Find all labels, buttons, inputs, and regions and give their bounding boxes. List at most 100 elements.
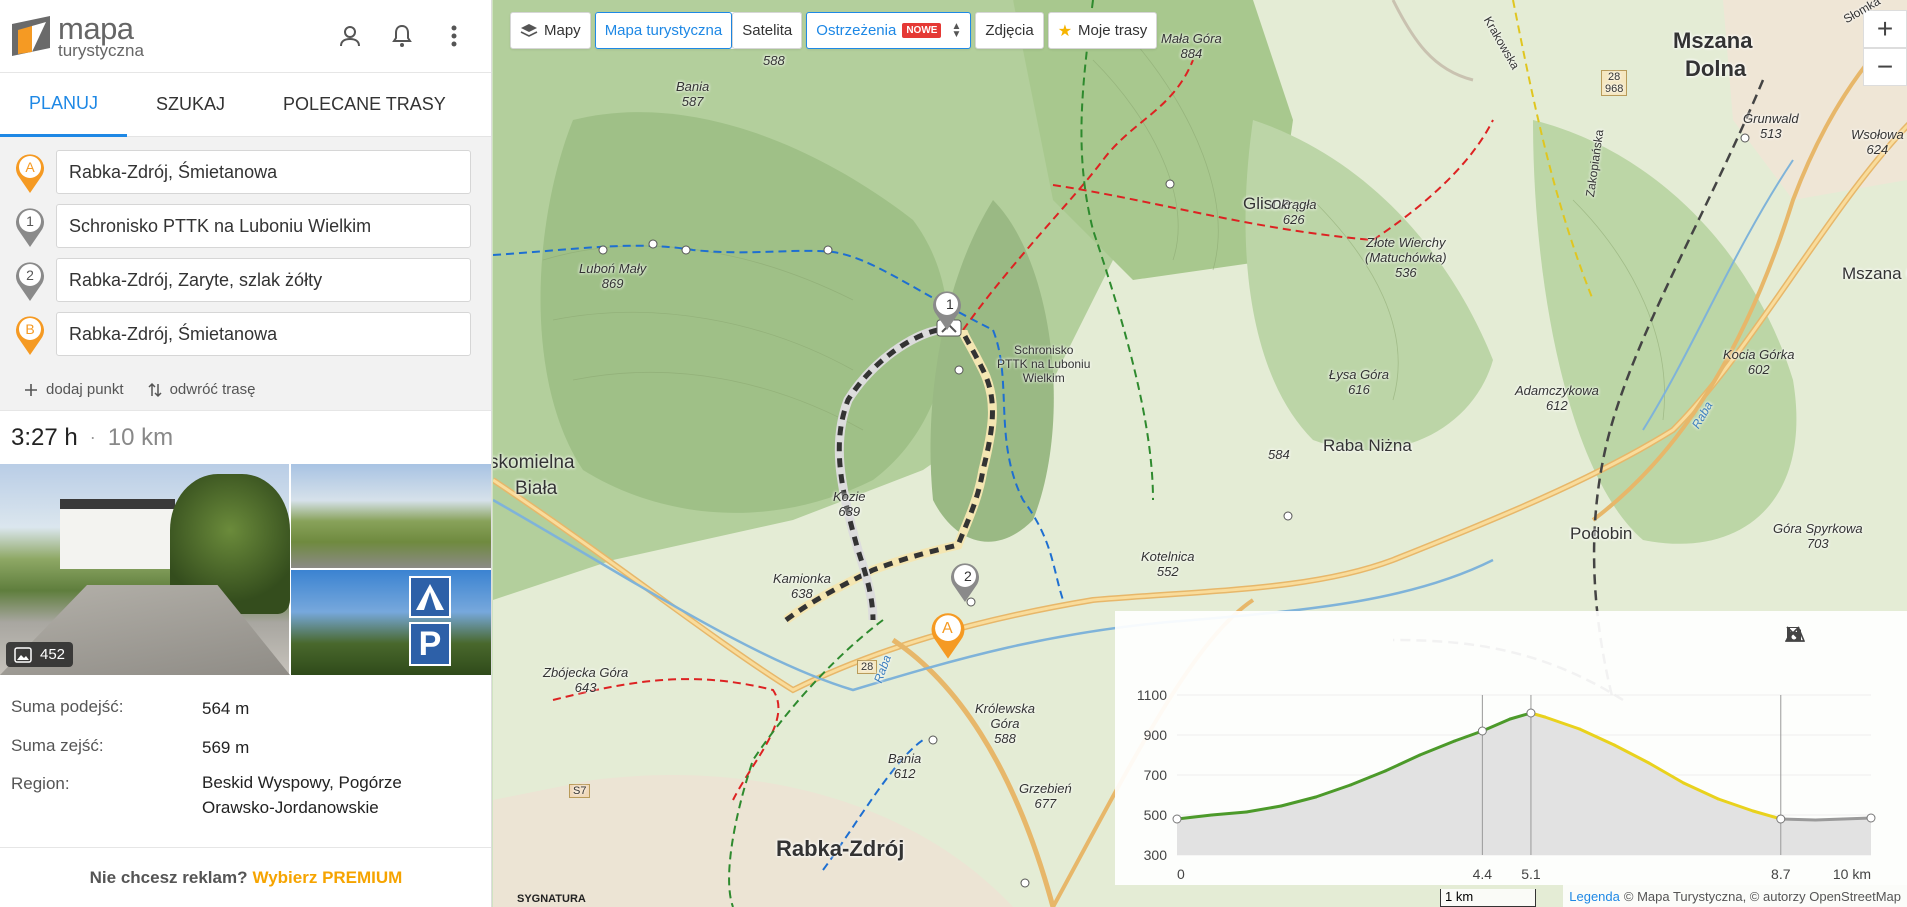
route-point-2-input[interactable]: Rabka-Zdrój, Zaryte, szlak żółty — [56, 258, 471, 302]
marker-a-icon[interactable]: A — [12, 149, 48, 195]
sygnatura-logo: SYGNATURA — [517, 893, 586, 905]
map-marker-1-label: 1 — [946, 296, 954, 312]
map-label-kocia-gorka: Kocia Górka 602 — [1723, 347, 1795, 377]
elevation-y-tick: 900 — [1144, 727, 1168, 743]
more-vert-icon[interactable] — [441, 23, 467, 49]
elevation-x-tick: 10 km — [1833, 866, 1871, 882]
save-icon[interactable] — [1787, 625, 1849, 645]
region-value-line1: Beskid Wyspowy, Pogórze — [202, 773, 402, 793]
ascent-value: 564 m — [202, 699, 250, 718]
map-label-bania-587: Bania 587 — [676, 79, 710, 109]
marker-2-icon[interactable]: 2 — [12, 257, 48, 303]
map-label-gora-spyrkowa: Góra Spyrkowa 703 — [1773, 521, 1863, 551]
map-label-lysa-gora: Łysa Góra 616 — [1329, 367, 1389, 397]
map-label-grzebien: Grzebień 677 — [1019, 781, 1072, 811]
camping-sign-icon — [409, 576, 451, 618]
map-label-zbojecka-gora: Zbójecka Góra 643 — [543, 665, 629, 695]
region-value-line2: Orawsko-Jordanowskie — [202, 797, 379, 817]
add-point-label: dodaj punkt — [46, 381, 124, 398]
map-label-biala: Biała — [515, 478, 558, 499]
map-label-krolewska-gora: Królewska Góra 588 — [975, 701, 1035, 746]
new-badge: NOWE — [902, 23, 942, 38]
tab-planuj[interactable]: PLANUJ — [0, 73, 128, 137]
maps-label: Mapy — [544, 22, 581, 39]
user-icon[interactable] — [337, 23, 363, 49]
route-point-a-input[interactable]: Rabka-Zdrój, Śmietanowa — [56, 150, 471, 194]
star-icon: ★ — [1057, 22, 1073, 40]
logo-text-line1: mapa — [58, 11, 134, 46]
map-label-mala-gora: Mała Góra 884 — [1161, 31, 1222, 61]
premium-link[interactable]: Wybierz PREMIUM — [252, 868, 402, 888]
map-label-kozie: Kozie 639 — [833, 489, 866, 519]
legend-link[interactable]: Legenda — [1569, 889, 1620, 904]
map-label-adamczykowa: Adamczykowa 612 — [1515, 383, 1599, 413]
bell-icon[interactable] — [389, 23, 415, 49]
sort-arrows-icon: ▲ ▼ — [951, 20, 962, 40]
map-label-584: 584 — [1268, 447, 1290, 462]
svg-text:1: 1 — [26, 213, 34, 229]
route-time: 3:27 h — [11, 423, 78, 451]
descent-value: 569 m — [202, 737, 250, 757]
map-label-bania-612: Bania 612 — [888, 751, 922, 781]
add-point-button[interactable]: dodaj punkt — [24, 381, 124, 398]
photos-layer-button[interactable]: Zdjęcia — [975, 12, 1044, 49]
zoom-out-button[interactable]: − — [1863, 48, 1907, 86]
road-28-968-label: 28 968 — [1601, 70, 1628, 97]
route-point-a: A Rabka-Zdrój, Śmietanowa — [0, 145, 491, 199]
gallery-icon — [14, 646, 32, 663]
elevation-line-segment — [1779, 817, 1817, 822]
sidebar: mapa turystyczna PLANUJ SZUKAJ POLECANE … — [0, 0, 492, 907]
summary-separator: · — [89, 427, 96, 447]
photo-count-badge[interactable]: 452 — [6, 642, 74, 667]
warnings-button[interactable]: Ostrzeżenia NOWE ▲ ▼ — [806, 12, 972, 49]
logo-text-line2: turystyczna — [58, 41, 144, 60]
reverse-route-button[interactable]: odwróć trasę — [148, 381, 255, 398]
map-label-skomielna: skomielna — [493, 452, 575, 473]
elevation-point — [1477, 726, 1487, 736]
elevation-chart: 1100 900 700 500 300 0 4.4 5.1 8.7 10 km — [1137, 687, 1876, 882]
tab-polecane-trasy[interactable]: POLECANE TRASY — [254, 73, 475, 137]
elevation-y-tick: 1100 — [1137, 687, 1167, 703]
photo-gallery[interactable]: P 452 — [0, 464, 491, 675]
photo-thumb-1[interactable] — [291, 464, 491, 568]
tourist-map-button[interactable]: Mapa turystyczna — [594, 12, 733, 49]
route-distance: 10 km — [107, 423, 174, 451]
no-ads-text: Nie chcesz reklam? — [89, 867, 248, 887]
satellite-button[interactable]: Satelita — [732, 12, 803, 49]
top-bar: mapa turystyczna — [0, 0, 491, 73]
map-label-raba-nizna: Raba Niżna — [1323, 436, 1412, 455]
map-view[interactable]: 1 2 A Mapy Mapa turystyczna Satelita Ost… — [493, 0, 1907, 907]
route-points: A Rabka-Zdrój, Śmietanowa 1 Schronisko P… — [0, 137, 491, 410]
zoom-in-button[interactable]: + — [1863, 10, 1907, 48]
app-logo[interactable]: mapa turystyczna — [10, 13, 144, 59]
route-point-b-input[interactable]: Rabka-Zdrój, Śmietanowa — [56, 312, 471, 356]
marker-1-icon[interactable]: 1 — [12, 203, 48, 249]
region-label: Region: — [11, 774, 70, 794]
route-stats: Suma podejść: 564 m Suma zejść: 569 m Re… — [0, 675, 491, 821]
my-routes-button[interactable]: ★ Moje trasy — [1047, 12, 1158, 49]
ad-footer: Nie chcesz reklam? Wybierz PREMIUM — [0, 847, 491, 907]
elevation-point — [1866, 813, 1876, 823]
parking-sign-icon: P — [409, 622, 451, 666]
elevation-x-tick: 4.4 — [1473, 866, 1493, 882]
elevation-line-segment — [1813, 817, 1845, 822]
marker-b-icon[interactable]: B — [12, 311, 48, 357]
route-point-1-input[interactable]: Schronisko PTTK na Luboniu Wielkim — [56, 204, 471, 248]
route-point-1: 1 Schronisko PTTK na Luboniu Wielkim — [0, 199, 491, 253]
route-point-b: B Rabka-Zdrój, Śmietanowa — [0, 307, 491, 361]
tab-szukaj[interactable]: SZUKAJ — [127, 73, 254, 137]
svg-text:B: B — [25, 321, 34, 337]
maps-button[interactable]: Mapy — [510, 12, 591, 49]
elevation-profile-panel[interactable]: 1100 900 700 500 300 0 4.4 5.1 8.7 10 km — [1115, 611, 1907, 885]
map-marker-a-label: A — [942, 620, 953, 637]
photo-thumb-2[interactable]: P — [291, 570, 491, 675]
close-icon[interactable] — [1786, 625, 1893, 645]
route-summary: 3:27 h · 10 km — [0, 410, 491, 464]
logo-mark-icon — [10, 14, 52, 58]
collapse-sidebar-chevron-icon[interactable]: ‹ — [491, 73, 492, 137]
map-label-lubon-maly: Luboń Mały 869 — [579, 261, 647, 291]
elevation-x-tick: 8.7 — [1771, 866, 1791, 882]
map-label-588-top: 588 — [763, 53, 785, 68]
region-value: Beskid Wyspowy, Pogórze Orawsko-Jordanow… — [202, 771, 422, 820]
attribution-text: © Mapa Turystyczna, © autorzy OpenStreet… — [1623, 888, 1901, 904]
